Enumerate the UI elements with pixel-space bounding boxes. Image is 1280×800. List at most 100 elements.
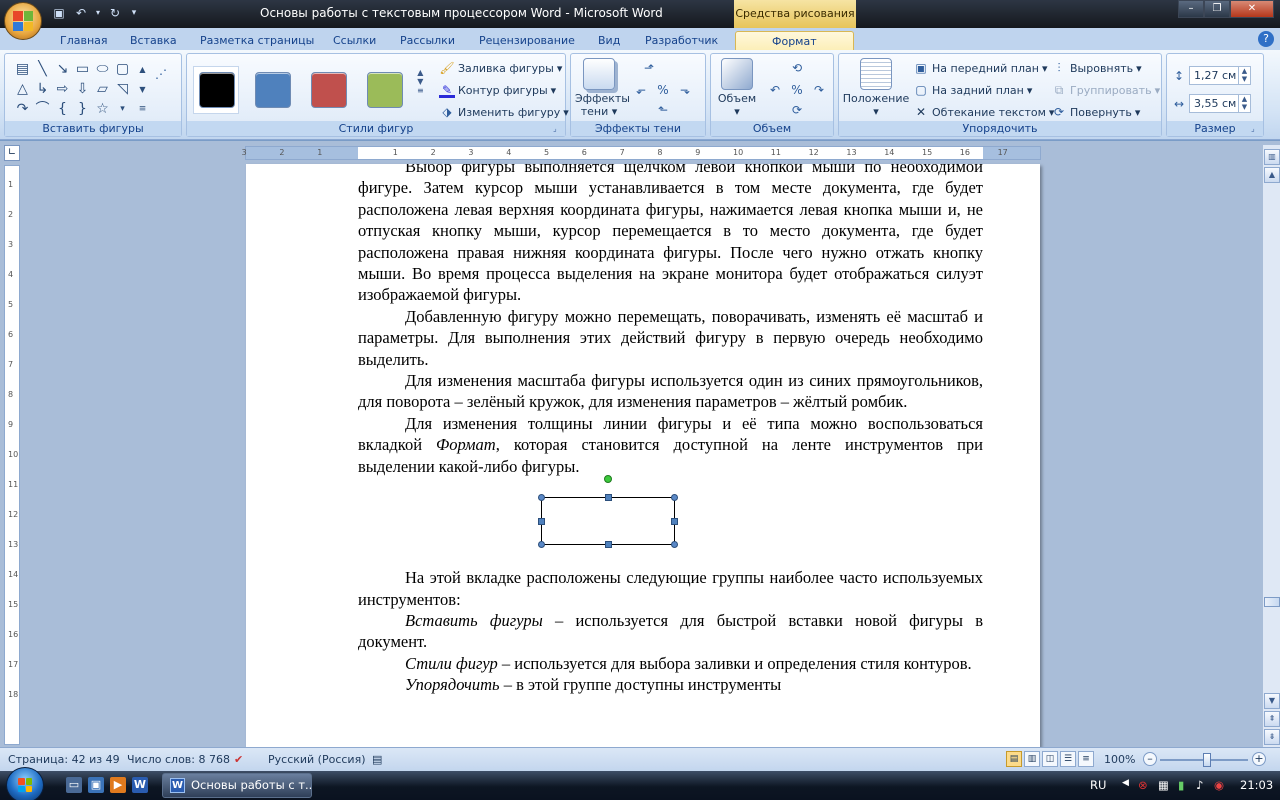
resize-handle-n[interactable]	[605, 494, 612, 502]
shape-height-input[interactable]: 1,27 см ▲ ▼	[1189, 66, 1251, 85]
tilt-down-button[interactable]: ⟳	[789, 100, 805, 120]
style-swatch-green[interactable]	[367, 72, 403, 108]
proofing-icon[interactable]: ✔	[234, 753, 243, 766]
macro-record-icon[interactable]: ▤	[372, 753, 382, 766]
oval-shape-icon[interactable]: ⬭	[93, 60, 112, 79]
tab-page-layout[interactable]: Разметка страницы	[200, 31, 314, 50]
tray-expand-icon[interactable]: ◀	[1122, 778, 1129, 788]
shadow-toggle-button[interactable]: %	[655, 80, 671, 100]
scroll-down-button[interactable]: ▼	[1264, 693, 1280, 709]
style-swatch-red[interactable]	[311, 72, 347, 108]
nudge-shadow-up-button[interactable]: ⬏	[641, 58, 657, 78]
volume-icon[interactable]: ♪	[1196, 778, 1203, 792]
resize-handle-se[interactable]	[671, 541, 678, 549]
tilt-right-button[interactable]: ↷	[811, 80, 827, 100]
style-swatch-black[interactable]	[199, 72, 235, 108]
scroll-up-button[interactable]: ▲	[1264, 167, 1280, 183]
next-page-button[interactable]: ⇟	[1264, 729, 1280, 745]
nudge-shadow-right-button[interactable]: ⬎	[677, 80, 693, 100]
align-button[interactable]: ⫶ Выровнять ▾	[1051, 58, 1141, 78]
taskbar-word-window[interactable]: W Основы работы с т...	[162, 773, 312, 798]
draft-view-button[interactable]: ≡	[1078, 751, 1094, 767]
document-page[interactable]: Выбор фигуры выполняется щелчком левой к…	[246, 164, 1040, 747]
send-to-back-button[interactable]: ▢ На задний план ▾	[913, 80, 1032, 100]
switch-windows-icon[interactable]: ▣	[88, 777, 104, 793]
clock[interactable]: 21:03	[1240, 778, 1273, 792]
start-button[interactable]	[6, 767, 44, 800]
resize-handle-e[interactable]	[671, 518, 678, 526]
width-spinner[interactable]: ▲ ▼	[1238, 95, 1250, 112]
previous-page-button[interactable]: ⇞	[1264, 711, 1280, 727]
styles-scroll-buttons[interactable]: ▲ ▼ ≡	[417, 68, 424, 95]
bring-to-front-button[interactable]: ▣ На передний план ▾	[913, 58, 1047, 78]
undo-dropdown-icon[interactable]: ▾	[94, 4, 102, 22]
print-layout-view-button[interactable]: ▤	[1006, 751, 1022, 767]
left-brace-shape-icon[interactable]: {	[53, 100, 72, 119]
textbox-shape-icon[interactable]: ▤	[13, 60, 32, 79]
gallery-more-icon[interactable]: ≡	[133, 100, 152, 119]
undo-icon[interactable]: ↶	[72, 4, 90, 22]
shape-outline-button[interactable]: ✎ Контур фигуры ▾	[439, 80, 556, 100]
word-quicklaunch-icon[interactable]: W	[132, 777, 148, 793]
antivirus-icon[interactable]: ⊗	[1138, 778, 1148, 792]
customize-qat-icon[interactable]: ▾	[128, 4, 140, 22]
rotation-handle[interactable]	[604, 475, 612, 484]
tilt-left-button[interactable]: ↶	[767, 80, 783, 100]
selected-rectangle-shape[interactable]	[541, 497, 675, 546]
shape-fill-button[interactable]: 🖌 Заливка фигуры ▾	[439, 58, 562, 78]
3d-effects-button[interactable]: Объем ▾	[713, 58, 761, 118]
chevron-up-icon[interactable]: ▲	[417, 68, 423, 77]
nudge-shadow-left-button[interactable]: ⬐	[633, 80, 649, 100]
vertical-ruler[interactable]: 1 2 3 4 5 6 7 8 9 10 11 12 13 14 15 16 17 18	[4, 165, 20, 745]
zoom-in-button[interactable]: +	[1252, 752, 1266, 766]
resize-handle-ne[interactable]	[671, 494, 678, 502]
rectangle-shape-icon[interactable]: ▭	[73, 60, 92, 79]
zoom-level[interactable]: 100%	[1104, 753, 1135, 766]
3d-toggle-button[interactable]: %	[789, 80, 805, 100]
tab-view[interactable]: Вид	[598, 31, 620, 50]
document-body[interactable]: Выбор фигуры выполняется щелчком левой к…	[358, 164, 983, 696]
dialog-launcher-icon[interactable]: ⌟	[1251, 124, 1261, 134]
show-desktop-icon[interactable]: ▭	[66, 777, 82, 793]
close-button[interactable]: ✕	[1230, 0, 1274, 18]
tab-format[interactable]: Формат	[735, 31, 854, 50]
zoom-slider-thumb[interactable]	[1203, 753, 1211, 767]
tilt-up-button[interactable]: ⟲	[789, 58, 805, 78]
outline-view-button[interactable]: ☰	[1060, 751, 1076, 767]
resize-handle-sw[interactable]	[538, 541, 545, 549]
rounded-rectangle-shape-icon[interactable]: ▢	[113, 60, 132, 79]
style-swatch-blue[interactable]	[255, 72, 291, 108]
callout-shape-icon[interactable]: ◹	[113, 80, 132, 99]
arc-shape-icon[interactable]: ⌒	[33, 100, 52, 119]
horizontal-ruler[interactable]: 3 2 1 1 2 3 4 5 6 7 8 9 10 11 12 13 14 15 16 17	[242, 146, 1041, 160]
dialog-launcher-icon[interactable]: ⌟	[553, 124, 563, 134]
scroll-thumb[interactable]	[1264, 597, 1280, 607]
tab-review[interactable]: Рецензирование	[479, 31, 575, 50]
gallery-scroll-down-icon[interactable]: ▼	[133, 80, 152, 99]
tab-home[interactable]: Главная	[60, 31, 108, 50]
more-shapes-icon[interactable]: ▾	[113, 100, 132, 119]
change-shape-button[interactable]: ⬗ Изменить фигуру ▾	[439, 102, 568, 122]
tab-selector-button[interactable]: ∟	[4, 145, 20, 161]
height-spinner[interactable]: ▲ ▼	[1238, 67, 1250, 84]
rotate-button[interactable]: ⟳ Повернуть ▾	[1051, 102, 1140, 122]
media-player-icon[interactable]: ▶	[110, 777, 126, 793]
resize-handle-s[interactable]	[605, 541, 612, 549]
view-ruler-button[interactable]: ▥	[1264, 149, 1280, 165]
vertical-scrollbar[interactable]: ▥ ▲ ▼ ⇞ ⇟	[1262, 145, 1280, 747]
edit-points-button[interactable]: ⋰	[153, 64, 169, 84]
word-count[interactable]: Число слов: 8 768	[127, 753, 230, 766]
curve-shape-icon[interactable]: ↷	[13, 100, 32, 119]
restore-button[interactable]: ❐	[1204, 0, 1230, 18]
line-shape-icon[interactable]: ╲	[33, 60, 52, 79]
save-icon[interactable]: ▣	[50, 4, 68, 22]
group-button[interactable]: ⧉ Группировать ▾	[1051, 80, 1160, 100]
web-layout-button[interactable]: ◫	[1042, 751, 1058, 767]
more-styles-icon[interactable]: ≡	[417, 86, 424, 95]
chevron-down-icon[interactable]: ▼	[417, 77, 423, 86]
triangle-shape-icon[interactable]: △	[13, 80, 32, 99]
arrow-shape-icon[interactable]: ↘	[53, 60, 72, 79]
star-shape-icon[interactable]: ☆	[93, 100, 112, 119]
resize-handle-w[interactable]	[538, 518, 545, 526]
nudge-shadow-down-button[interactable]: ⬑	[655, 100, 671, 120]
